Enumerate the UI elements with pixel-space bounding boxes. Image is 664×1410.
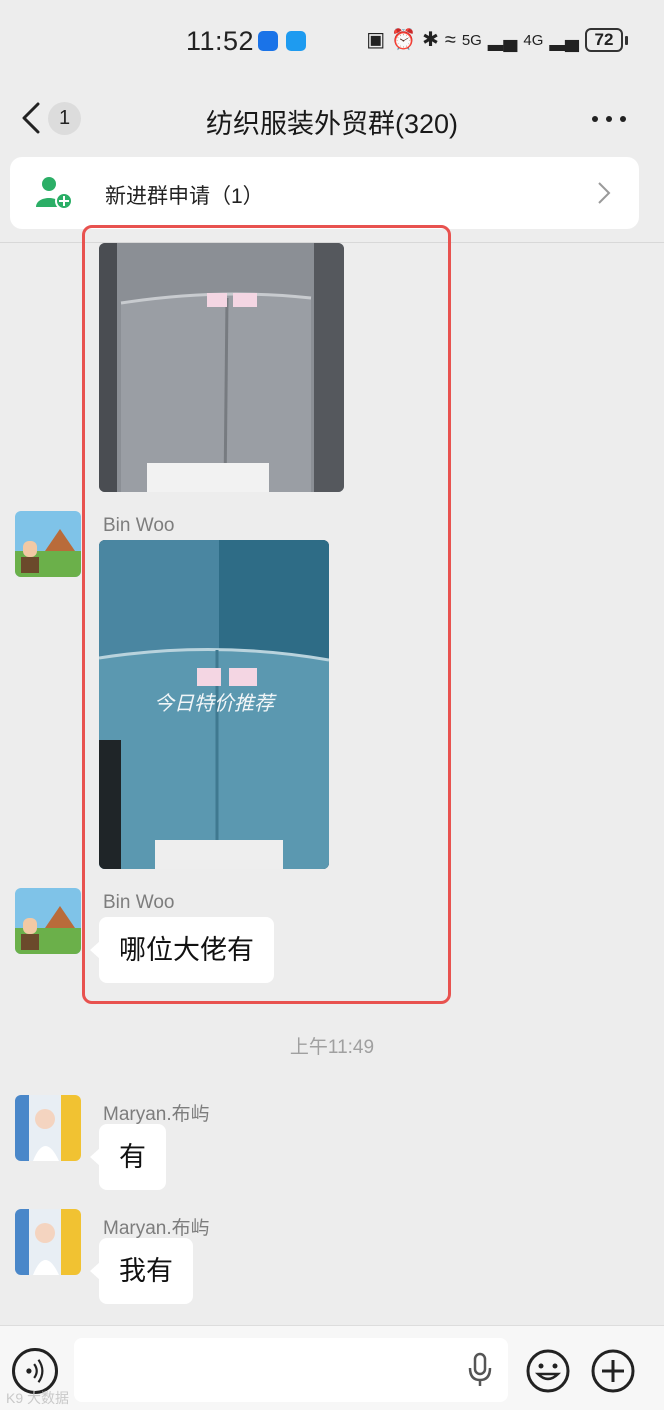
emoji-icon[interactable] <box>525 1348 571 1394</box>
text-message-bubble[interactable]: 哪位大佬有 <box>90 917 274 983</box>
more-icon[interactable] <box>592 116 626 124</box>
sender-name: Maryan.布屿 <box>103 1218 210 1239</box>
input-bar <box>0 1325 664 1410</box>
fabric-roll-image-grey <box>99 243 344 492</box>
app-notification-icon <box>258 31 278 51</box>
avatar-bin-woo[interactable] <box>15 888 81 954</box>
image-message[interactable] <box>99 243 344 492</box>
text-message-bubble[interactable]: 有 <box>90 1124 166 1190</box>
unread-badge[interactable]: 1 <box>48 102 81 135</box>
sender-name: Bin Woo <box>103 515 175 536</box>
battery-tip <box>625 35 628 45</box>
sender-name: Bin Woo <box>103 892 175 913</box>
mic-icon[interactable] <box>466 1352 494 1388</box>
avatar-maryan[interactable] <box>15 1209 81 1275</box>
watermark: K9 大数据 <box>6 1390 70 1406</box>
chevron-right-icon <box>598 182 611 204</box>
join-request-label: 新进群申请（1） <box>105 185 264 208</box>
text-message-bubble[interactable]: 我有 <box>90 1238 193 1304</box>
status-bar: 11:52 ▣ ⏰ ✱ ≈ 5G ▂▄ 4G ▂▄ 72 <box>0 0 664 80</box>
signal-icon: ▂▄ <box>487 29 518 51</box>
join-request-banner[interactable]: 新进群申请（1） <box>10 157 639 229</box>
image-message[interactable]: 今日特价推荐 <box>99 540 329 869</box>
time-separator: 上午11:49 <box>289 1037 375 1058</box>
chat-title: 纺织服装外贸群(320) <box>205 109 459 139</box>
network-5g-label: 5G <box>461 31 482 49</box>
network-4g-label: 4G <box>523 31 544 49</box>
plus-icon[interactable] <box>590 1348 636 1394</box>
add-user-icon <box>36 177 73 210</box>
fabric-roll-image-teal: 今日特价推荐 <box>99 540 329 869</box>
avatar-maryan[interactable] <box>15 1095 81 1161</box>
bluetooth-icon: ✱ <box>422 29 439 51</box>
battery-level: 72 <box>585 28 623 52</box>
status-icons: ▣ ⏰ ✱ ≈ 5G ▂▄ 4G ▂▄ 72 <box>366 28 628 52</box>
battery-icon: 72 <box>585 28 628 52</box>
message-input[interactable] <box>74 1338 508 1402</box>
alarm-icon: ⏰ <box>391 29 417 51</box>
chat-header: 纺织服装外贸群(320) <box>0 80 664 156</box>
avatar-bin-woo[interactable] <box>15 511 81 577</box>
weather-notification-icon <box>286 31 306 51</box>
nfc-icon: ▣ <box>366 29 386 51</box>
status-time: 11:52 <box>186 26 255 56</box>
image-overlay-text: 今日特价推荐 <box>154 691 277 715</box>
wifi-icon: ≈ <box>444 29 456 51</box>
sender-name: Maryan.布屿 <box>103 1104 210 1125</box>
signal-icon-2: ▂▄ <box>549 29 579 51</box>
